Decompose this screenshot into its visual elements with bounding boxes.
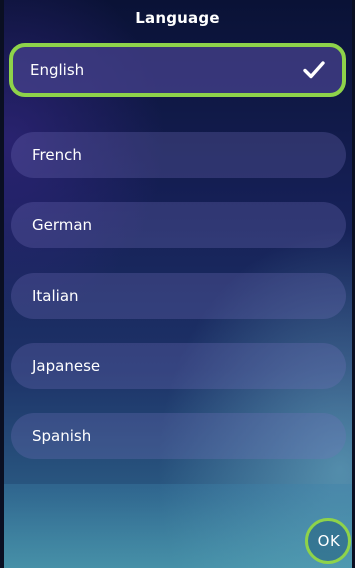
language-option-french[interactable]: French <box>11 132 346 178</box>
language-option-label: German <box>32 216 93 234</box>
language-option-label: Japanese <box>32 357 101 375</box>
language-option-label: French <box>32 146 82 164</box>
checkmark-icon <box>303 61 325 79</box>
language-option-label: Spanish <box>32 427 92 445</box>
language-option-spanish[interactable]: Spanish <box>11 413 346 459</box>
language-list: English French German Italian Japanese S… <box>0 0 355 568</box>
ok-button-label: OK <box>317 532 341 550</box>
language-option-italian[interactable]: Italian <box>11 273 346 319</box>
language-screen: Language English French German Italian J… <box>0 0 355 568</box>
language-option-japanese[interactable]: Japanese <box>11 343 346 389</box>
footer-bar <box>4 484 352 568</box>
language-option-english[interactable]: English <box>9 43 346 97</box>
language-option-label: English <box>30 61 85 79</box>
ok-button[interactable]: OK <box>305 518 351 564</box>
language-option-label: Italian <box>32 287 79 305</box>
language-option-german[interactable]: German <box>11 202 346 248</box>
